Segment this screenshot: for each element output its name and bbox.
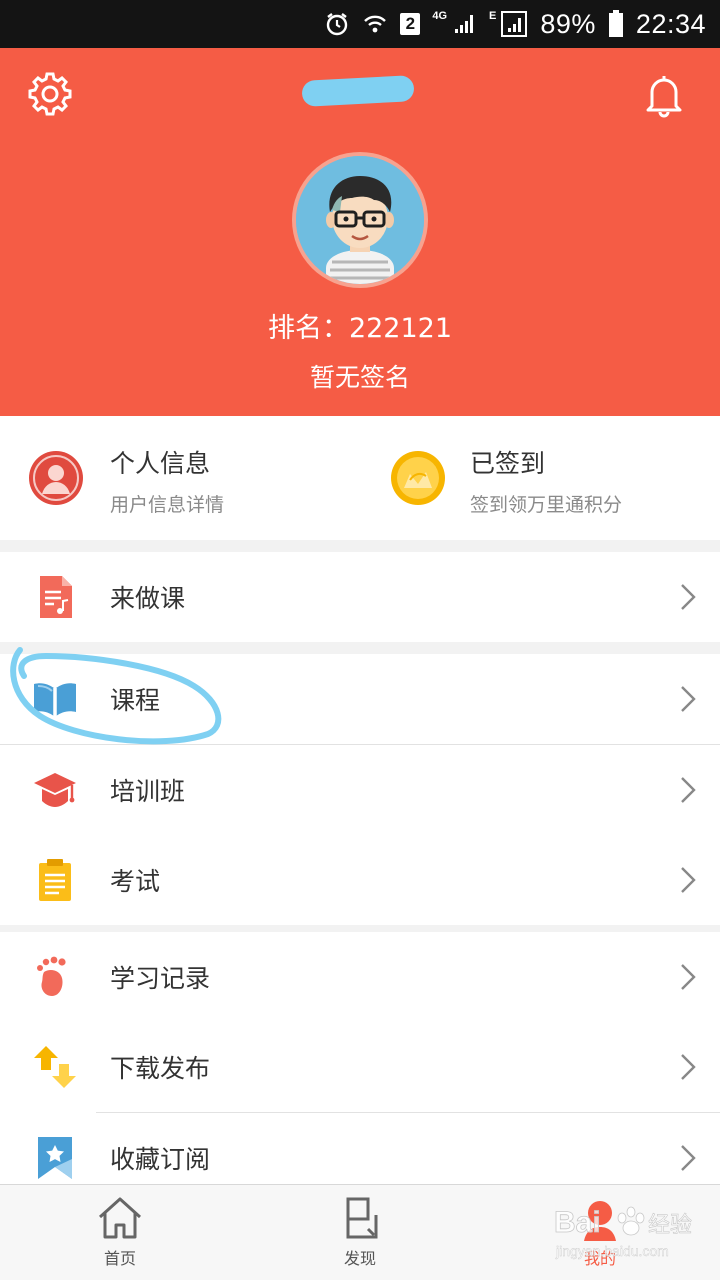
signature-text: 暂无签名 <box>309 363 410 392</box>
up-down-arrows-icon <box>34 1046 76 1088</box>
bottom-navigation: 首页 发现 我的 <box>0 1184 720 1280</box>
username-redacted <box>301 75 415 107</box>
menu-label-practice: 来做课 <box>110 584 186 613</box>
document-music-icon <box>40 576 72 618</box>
discover-icon <box>346 1197 378 1239</box>
quick-subtitle-personal: 用户信息详情 <box>110 494 225 516</box>
bookmark-star-icon <box>38 1137 72 1179</box>
network-e-label: E <box>489 10 497 22</box>
profile-header: 排名：222121 暂无签名 <box>0 48 720 416</box>
menu-group-records: 学习记录 下载发布 收藏订阅 <box>0 932 720 1203</box>
nav-profile[interactable]: 我的 <box>480 1185 720 1280</box>
menu-item-training[interactable]: 培训班 <box>0 745 720 835</box>
menu-item-downloads[interactable]: 下载发布 <box>0 1022 720 1112</box>
menu-label-exams: 考试 <box>110 867 161 896</box>
profile-icon <box>584 1201 616 1241</box>
sim-slot-badge: 2 <box>400 13 421 35</box>
home-icon <box>98 1197 142 1239</box>
avatar-image <box>296 156 424 284</box>
quick-title-checkin: 已签到 <box>470 449 546 478</box>
nav-home[interactable]: 首页 <box>0 1185 240 1280</box>
avatar[interactable] <box>292 152 428 288</box>
chevron-right-icon <box>681 584 696 610</box>
clock: 22:34 <box>635 8 706 39</box>
quick-subtitle-checkin: 签到领万里通积分 <box>470 494 623 516</box>
quick-actions-card: 个人信息 用户信息详情 已签到 签到领万里通积分 <box>0 416 720 540</box>
checkin-button[interactable]: 已签到 签到领万里通积分 <box>360 416 720 540</box>
quick-title-personal: 个人信息 <box>110 449 211 478</box>
chevron-right-icon <box>681 1054 696 1080</box>
chevron-right-icon <box>681 686 696 712</box>
menu-item-exams[interactable]: 考试 <box>0 835 720 925</box>
menu-label-study-records: 学习记录 <box>110 964 211 993</box>
nav-label-discover: 发现 <box>343 1249 376 1268</box>
menu-label-downloads: 下载发布 <box>110 1054 211 1083</box>
notifications-button[interactable] <box>638 68 690 120</box>
settings-button[interactable] <box>24 68 76 120</box>
nav-label-profile: 我的 <box>583 1249 616 1268</box>
user-circle-icon <box>29 451 83 505</box>
menu-group-practice: 来做课 <box>0 552 720 642</box>
wifi-icon <box>362 11 388 37</box>
battery-icon <box>608 10 624 38</box>
signal-icon-2 <box>500 10 528 38</box>
menu-item-practice[interactable]: 来做课 <box>0 552 720 642</box>
signal-icon <box>451 11 477 37</box>
bell-icon <box>646 76 682 118</box>
chevron-right-icon <box>681 867 696 893</box>
footprint-icon <box>37 956 66 996</box>
menu-item-courses[interactable]: 课程 <box>0 654 720 744</box>
menu-label-training: 培训班 <box>110 777 186 806</box>
personal-info-button[interactable]: 个人信息 用户信息详情 <box>0 416 360 540</box>
chevron-right-icon <box>681 964 696 990</box>
gear-icon <box>28 72 72 116</box>
open-book-icon <box>34 683 76 716</box>
alarm-icon <box>324 11 350 37</box>
chevron-right-icon <box>681 777 696 803</box>
menu-item-study-records[interactable]: 学习记录 <box>0 932 720 1022</box>
rank-text: 排名：222121 <box>267 313 453 344</box>
nav-label-home: 首页 <box>103 1249 136 1268</box>
chevron-right-icon <box>681 1145 696 1171</box>
nav-discover[interactable]: 发现 <box>240 1185 480 1280</box>
checkin-coin-icon <box>391 451 445 505</box>
status-bar: 2 4G E 89% 22:34 <box>0 0 720 48</box>
menu-label-courses: 课程 <box>110 686 161 715</box>
menu-label-favorites: 收藏订阅 <box>110 1145 211 1174</box>
graduation-cap-icon <box>34 773 76 807</box>
menu-group-courses: 课程 培训班 考试 <box>0 654 720 925</box>
clipboard-icon <box>39 859 71 901</box>
battery-percent: 89% <box>540 8 596 39</box>
network-4g-label: 4G <box>432 10 448 22</box>
